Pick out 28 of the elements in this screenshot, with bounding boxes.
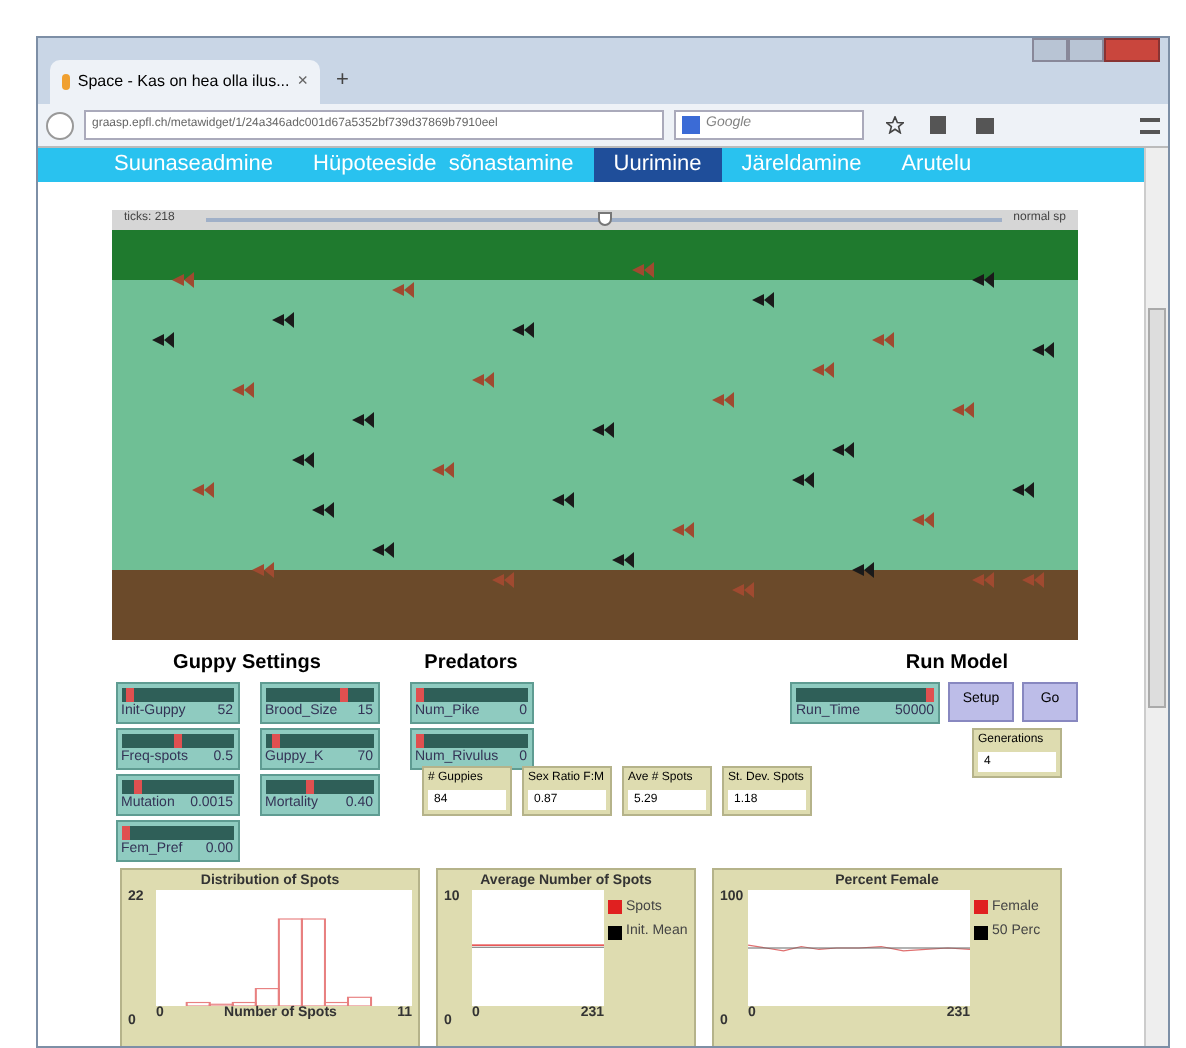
nav-tab[interactable]: Uurimine	[593, 148, 722, 181]
menu-icon[interactable]	[1140, 117, 1160, 133]
close-window-button[interactable]	[1104, 38, 1160, 62]
slider-thumb[interactable]	[126, 687, 135, 701]
tab-title: Space - Kas on hea olla ilus...	[77, 70, 290, 94]
slider-thumb[interactable]	[415, 733, 423, 747]
slider-thumb[interactable]	[133, 779, 142, 793]
slider-thumb[interactable]	[306, 779, 315, 793]
slider-thumb[interactable]	[121, 825, 129, 839]
close-tab-button[interactable]: ×	[297, 68, 308, 96]
section-title: Run Model	[905, 649, 1008, 677]
search-engine-icon	[682, 116, 700, 134]
slider-thumb[interactable]	[340, 687, 348, 701]
new-tab-button[interactable]: +	[336, 63, 349, 96]
slider-thumb[interactable]	[173, 733, 181, 747]
slider-thumb[interactable]	[272, 733, 281, 747]
scrollbar-thumb[interactable]	[1148, 308, 1166, 708]
speed-slider-thumb[interactable]	[598, 211, 612, 225]
scrollbar[interactable]	[1144, 148, 1168, 1046]
maximize-button[interactable]	[1068, 38, 1104, 62]
browser-tab[interactable]: Space - Kas on hea olla ilus... ×	[50, 60, 320, 104]
section-title: Guppy Settings	[173, 649, 321, 677]
slider-thumb[interactable]	[926, 687, 934, 701]
slider-thumb[interactable]	[415, 687, 423, 701]
minimize-button[interactable]	[1032, 38, 1068, 62]
section-title: Predators	[424, 649, 518, 677]
star-icon[interactable]	[886, 116, 904, 134]
back-icon[interactable]	[46, 111, 74, 139]
